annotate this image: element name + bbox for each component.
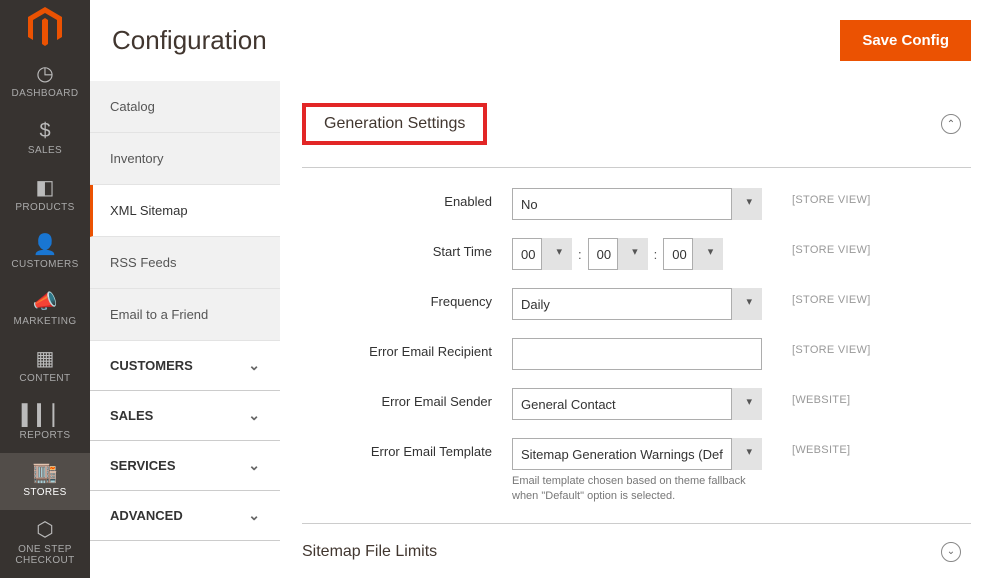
cube-icon: ◧: [36, 178, 55, 198]
chevron-down-icon: ⌄: [248, 507, 260, 524]
page-title: Configuration: [112, 25, 267, 56]
scope-label: [WEBSITE]: [762, 438, 882, 456]
section-generation-settings[interactable]: Generation Settings ⌃: [302, 81, 971, 168]
field-frequency: Frequency Daily [STORE VIEW]: [302, 288, 971, 320]
dashboard-icon: ◷: [36, 64, 53, 84]
field-error-sender: Error Email Sender General Contact [WEBS…: [302, 388, 971, 420]
tab-inventory[interactable]: Inventory: [90, 133, 280, 185]
tab-xml-sitemap[interactable]: XML Sitemap: [90, 185, 280, 237]
tabgroup-services[interactable]: SERVICES⌄: [90, 441, 280, 491]
field-error-template: Error Email Template Sitemap Generation …: [302, 438, 971, 505]
rail-onestep[interactable]: ⬡ONE STEP CHECKOUT: [0, 510, 90, 578]
template-hint: Email template chosen based on theme fal…: [512, 474, 762, 505]
scope-label: [STORE VIEW]: [762, 288, 882, 306]
error-template-select[interactable]: Sitemap Generation Warnings (Def: [512, 438, 762, 470]
rail-reports[interactable]: ▍▎▏REPORTS: [0, 396, 90, 453]
config-tabs: Catalog Inventory XML Sitemap RSS Feeds …: [90, 81, 280, 578]
tabgroup-sales[interactable]: SALES⌄: [90, 391, 280, 441]
rail-marketing[interactable]: 📣MARKETING: [0, 282, 90, 339]
section-title: Generation Settings: [324, 115, 465, 133]
section-sitemap-limits[interactable]: Sitemap File Limits ⌄: [302, 523, 971, 578]
layout-icon: ▦: [36, 349, 55, 369]
error-recipient-input[interactable]: [512, 338, 762, 370]
rail-content[interactable]: ▦CONTENT: [0, 339, 90, 396]
tabgroup-customers[interactable]: CUSTOMERS⌄: [90, 341, 280, 391]
scope-label: [WEBSITE]: [762, 388, 882, 406]
magento-icon: [28, 7, 62, 47]
start-ss-select[interactable]: 00: [663, 238, 723, 270]
tab-rss-feeds[interactable]: RSS Feeds: [90, 237, 280, 289]
scope-label: [STORE VIEW]: [762, 238, 882, 256]
settings-panel: Generation Settings ⌃ Enabled No [STORE …: [280, 81, 993, 578]
rail-stores[interactable]: 🏬STORES: [0, 453, 90, 510]
magento-logo[interactable]: [0, 0, 90, 54]
expand-icon[interactable]: ⌄: [941, 542, 961, 562]
chevron-down-icon: ⌄: [248, 407, 260, 424]
page-header: Configuration Save Config: [90, 0, 993, 81]
collapse-icon[interactable]: ⌃: [941, 114, 961, 134]
field-enabled: Enabled No [STORE VIEW]: [302, 188, 971, 220]
field-start-time: Start Time 00 : 00 : 00 [STORE VIEW]: [302, 238, 971, 270]
rail-products[interactable]: ◧PRODUCTS: [0, 168, 90, 225]
rail-sales[interactable]: $SALES: [0, 111, 90, 168]
rail-customers[interactable]: 👤CUSTOMERS: [0, 225, 90, 282]
megaphone-icon: 📣: [33, 292, 58, 312]
tab-catalog[interactable]: Catalog: [90, 81, 280, 133]
chevron-down-icon: ⌄: [248, 357, 260, 374]
scope-label: [STORE VIEW]: [762, 188, 882, 206]
tab-email-friend[interactable]: Email to a Friend: [90, 289, 280, 341]
dollar-icon: $: [39, 121, 50, 141]
rail-dashboard[interactable]: ◷DASHBOARD: [0, 54, 90, 111]
hexagon-icon: ⬡: [36, 520, 53, 540]
admin-rail: ◷DASHBOARD $SALES ◧PRODUCTS 👤CUSTOMERS 📣…: [0, 0, 90, 578]
chart-icon: ▍▎▏: [22, 406, 68, 426]
scope-label: [STORE VIEW]: [762, 338, 882, 356]
store-icon: 🏬: [33, 463, 58, 483]
tabgroup-advanced[interactable]: ADVANCED⌄: [90, 491, 280, 541]
person-icon: 👤: [33, 235, 58, 255]
enabled-select[interactable]: No: [512, 188, 762, 220]
main-area: Configuration Save Config Catalog Invent…: [90, 0, 993, 578]
chevron-down-icon: ⌄: [248, 457, 260, 474]
frequency-select[interactable]: Daily: [512, 288, 762, 320]
start-mm-select[interactable]: 00: [588, 238, 648, 270]
start-hh-select[interactable]: 00: [512, 238, 572, 270]
save-config-button[interactable]: Save Config: [840, 20, 971, 61]
error-sender-select[interactable]: General Contact: [512, 388, 762, 420]
field-error-recipient: Error Email Recipient [STORE VIEW]: [302, 338, 971, 370]
